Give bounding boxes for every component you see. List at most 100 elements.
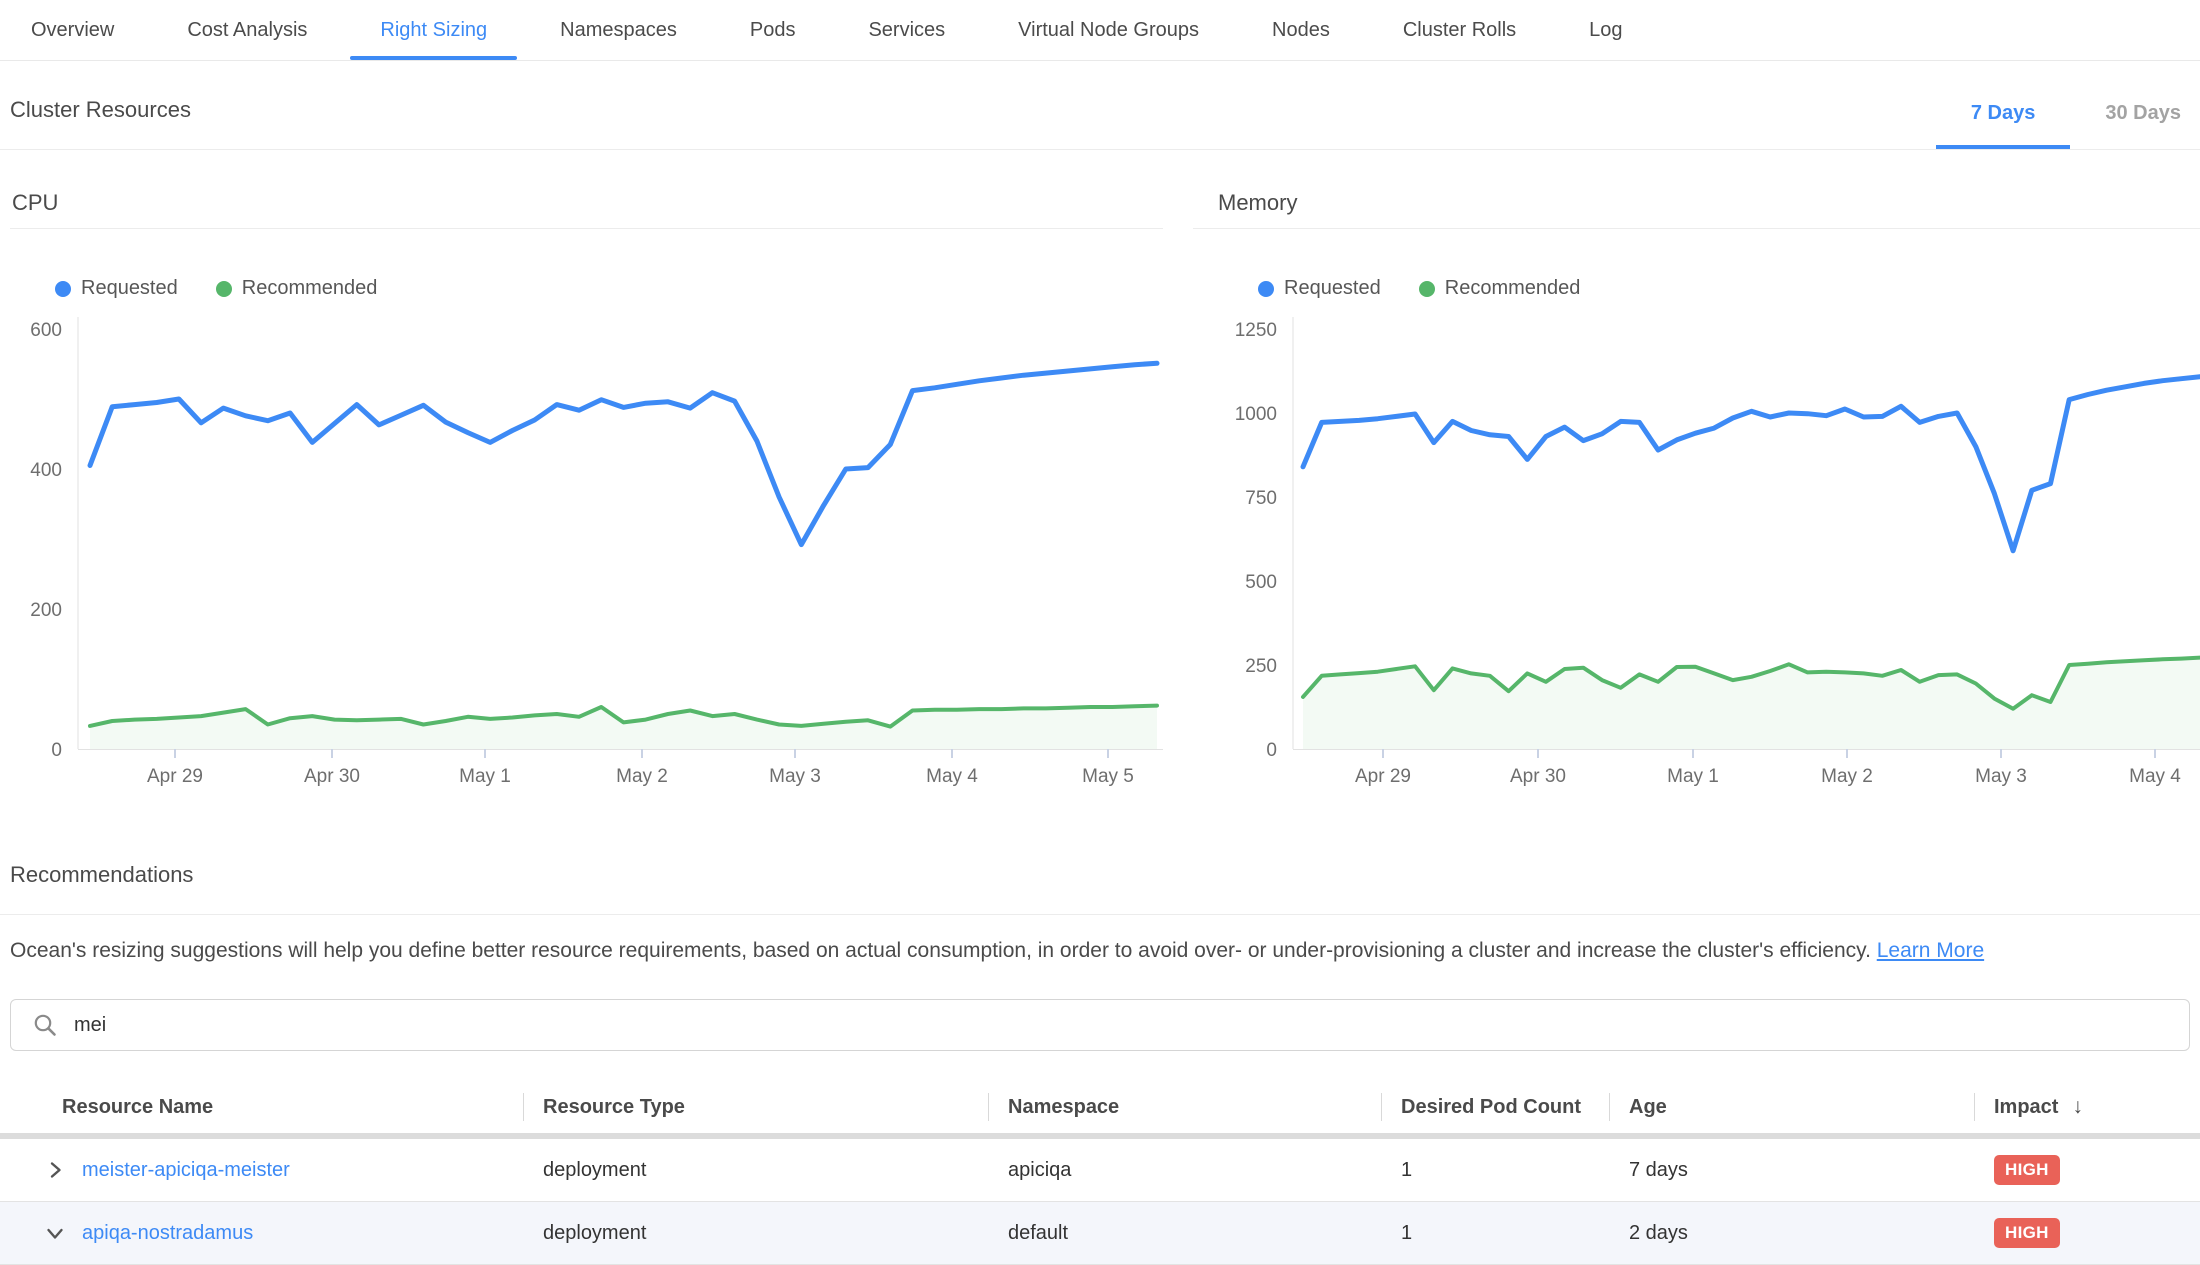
column-header-age[interactable]: Age xyxy=(1609,1081,1974,1133)
svg-text:0: 0 xyxy=(1266,740,1277,761)
legend-item-requested[interactable]: Requested xyxy=(1258,277,1381,300)
svg-text:May 2: May 2 xyxy=(616,766,668,787)
legend-dot-icon xyxy=(1419,281,1435,297)
svg-text:600: 600 xyxy=(30,320,62,341)
chevron-down-icon[interactable] xyxy=(44,1222,66,1244)
cell-desired-pod-count: 1 xyxy=(1381,1222,1609,1245)
legend-label: Requested xyxy=(1284,277,1381,300)
search-box xyxy=(10,999,2190,1051)
svg-text:May 3: May 3 xyxy=(1975,766,2027,787)
column-header-resource-name[interactable]: Resource Name xyxy=(0,1081,523,1133)
top-nav: Overview Cost Analysis Right Sizing Namespa… xyxy=(0,0,2200,61)
cpu-chart-legend: Requested Recommended xyxy=(55,277,1163,300)
table-row-apiqa-nostradamus[interactable]: apiqa-nostradamus deploymentdefault12 day… xyxy=(0,1202,2200,1265)
period-30-days[interactable]: 30 Days xyxy=(2070,102,2200,149)
search-input[interactable] xyxy=(74,1014,2169,1037)
cell-namespace: default xyxy=(988,1222,1381,1245)
impact-badge: HIGH xyxy=(1994,1218,2060,1248)
memory-chart-panel: Memory Requested Recommended 0 250 500 750 10… xyxy=(1193,166,2200,792)
cell-resource-name: meister-apiciqa-meister xyxy=(0,1159,523,1182)
svg-text:Apr 29: Apr 29 xyxy=(147,766,203,787)
search-icon xyxy=(33,1013,58,1038)
cpu-chart: 0200400600Apr 29Apr 30May 1May 2May 3May… xyxy=(10,314,1163,792)
legend-item-recommended[interactable]: Recommended xyxy=(1419,277,1581,300)
legend-dot-icon xyxy=(1258,281,1274,297)
impact-badge: HIGH xyxy=(1994,1155,2060,1185)
legend-dot-icon xyxy=(216,281,232,297)
svg-text:May 4: May 4 xyxy=(2129,766,2181,787)
recommendations-title: Recommendations xyxy=(10,862,2200,888)
recommendations-description: Ocean's resizing suggestions will help y… xyxy=(10,937,2190,965)
svg-text:May 3: May 3 xyxy=(769,766,821,787)
chevron-right-icon[interactable] xyxy=(44,1159,66,1181)
svg-text:500: 500 xyxy=(1245,572,1277,593)
table-header-row: Resource Name Resource Type Namespace Desir… xyxy=(0,1081,2200,1139)
svg-text:Apr 30: Apr 30 xyxy=(304,766,360,787)
cell-resource-type: deployment xyxy=(523,1222,988,1245)
charts-row: CPU Requested Recommended 0 200 400 600 Apr 2… xyxy=(0,166,2200,792)
svg-text:May 2: May 2 xyxy=(1821,766,1873,787)
column-divider xyxy=(1381,1093,1382,1121)
memory-chart: 025050075010001250Apr 29Apr 30May 1May 2… xyxy=(1193,314,2200,792)
tab-cluster-rolls[interactable]: Cluster Rolls xyxy=(1403,0,1516,60)
cell-desired-pod-count: 1 xyxy=(1381,1159,1609,1182)
period-7-days[interactable]: 7 Days xyxy=(1936,102,2071,149)
cell-age: 2 days xyxy=(1609,1222,1974,1245)
svg-text:400: 400 xyxy=(30,460,62,481)
tab-services[interactable]: Services xyxy=(868,0,945,60)
cell-resource-name: apiqa-nostradamus xyxy=(0,1222,523,1245)
table-row-meister-apiciqa-meister[interactable]: meister-apiciqa-meister deploymentapiciqa… xyxy=(0,1139,2200,1202)
tab-cost-analysis[interactable]: Cost Analysis xyxy=(187,0,307,60)
column-header-label: Resource Type xyxy=(543,1096,685,1119)
column-header-desired-pod-count[interactable]: Desired Pod Count xyxy=(1381,1081,1609,1133)
column-divider xyxy=(523,1093,524,1121)
cpu-chart-panel: CPU RequestedRecommended 0200400600Apr 2… xyxy=(10,166,1163,792)
legend-label: Requested xyxy=(81,277,178,300)
cell-impact: HIGH xyxy=(1974,1218,2200,1248)
cell-namespace: apiciqa xyxy=(988,1159,1381,1182)
svg-text:1000: 1000 xyxy=(1235,404,1277,425)
legend-item-recommended[interactable]: Recommended xyxy=(216,277,378,300)
legend-item-requested[interactable]: Requested xyxy=(55,277,178,300)
recommendations-description-text: Ocean's resizing suggestions will help y… xyxy=(10,939,1877,962)
tab-right-sizing[interactable]: Right Sizing xyxy=(380,0,487,60)
legend-dot-icon xyxy=(55,281,71,297)
tab-pods[interactable]: Pods xyxy=(750,0,796,60)
svg-text:200: 200 xyxy=(30,600,62,621)
column-header-label: Namespace xyxy=(1008,1096,1119,1119)
tab-overview[interactable]: Overview xyxy=(31,0,114,60)
column-divider xyxy=(1974,1093,1975,1121)
cluster-resources-header: Cluster Resources 7 Days30 Days xyxy=(0,61,2200,150)
column-header-impact[interactable]: Impact↓ xyxy=(1974,1081,2200,1133)
svg-text:May 1: May 1 xyxy=(1667,766,1719,787)
svg-text:1250: 1250 xyxy=(1235,320,1277,341)
resource-name-link[interactable]: apiqa-nostradamus xyxy=(82,1222,253,1245)
memory-chart-legend: Requested Recommended xyxy=(1258,277,2200,300)
legend-label: Recommended xyxy=(242,277,378,300)
tab-log[interactable]: Log xyxy=(1589,0,1622,60)
table-body: meister-apiciqa-meisterdeploymentapiciqa… xyxy=(0,1139,2200,1265)
svg-text:750: 750 xyxy=(1245,488,1277,509)
column-header-resource-type[interactable]: Resource Type xyxy=(523,1081,988,1133)
memory-chart-title: Memory xyxy=(1193,166,2200,229)
tab-nodes[interactable]: Nodes xyxy=(1272,0,1330,60)
svg-text:May 1: May 1 xyxy=(459,766,511,787)
recommendations-header: Recommendations xyxy=(0,792,2200,915)
cpu-chart-title: CPU xyxy=(10,166,1163,229)
learn-more-link[interactable]: Learn More xyxy=(1877,939,1984,962)
tab-virtual-node-groups[interactable]: Virtual Node Groups xyxy=(1018,0,1199,60)
column-divider xyxy=(1609,1093,1610,1121)
svg-text:May 4: May 4 xyxy=(926,766,978,787)
resource-name-link[interactable]: meister-apiciqa-meister xyxy=(82,1159,290,1182)
recommendations-table: Resource Name Resource Type Namespace Desir… xyxy=(0,1081,2200,1265)
svg-text:May 5: May 5 xyxy=(1082,766,1134,787)
svg-text:250: 250 xyxy=(1245,656,1277,677)
sort-desc-arrow-icon: ↓ xyxy=(2072,1095,2083,1119)
period-toggle: 7 Days30 Days xyxy=(1936,102,2200,149)
tab-namespaces[interactable]: Namespaces xyxy=(560,0,677,60)
cell-impact: HIGH xyxy=(1974,1155,2200,1185)
column-divider xyxy=(988,1093,989,1121)
svg-text:Apr 29: Apr 29 xyxy=(1355,766,1411,787)
column-header-namespace[interactable]: Namespace xyxy=(988,1081,1381,1133)
cell-resource-type: deployment xyxy=(523,1159,988,1182)
